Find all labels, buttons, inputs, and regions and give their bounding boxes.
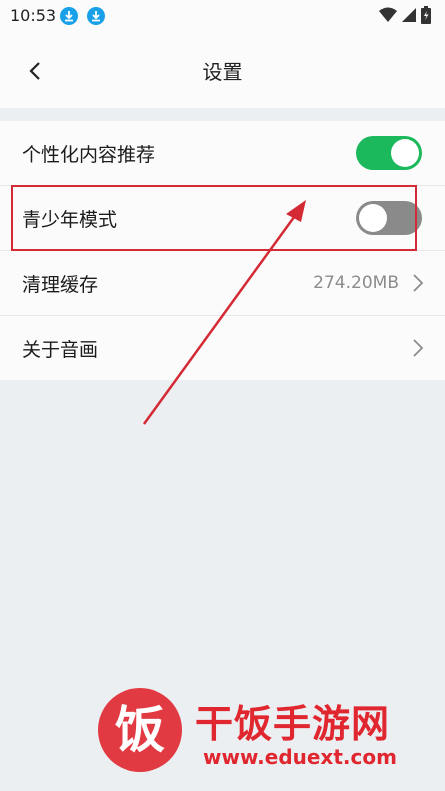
settings-list: 个性化内容推荐 青少年模式 清理缓存 274.20MB 关于音画 bbox=[0, 121, 445, 380]
personalized-recommendation-toggle[interactable] bbox=[356, 136, 422, 170]
wifi-icon bbox=[379, 7, 397, 22]
setting-label: 关于音画 bbox=[22, 338, 99, 361]
setting-personalized-recommendation: 个性化内容推荐 bbox=[0, 121, 445, 186]
teen-mode-toggle[interactable] bbox=[356, 201, 422, 235]
setting-label: 青少年模式 bbox=[22, 208, 118, 231]
battery-icon bbox=[421, 6, 431, 24]
status-time: 10:53 bbox=[10, 6, 57, 25]
signal-icon bbox=[402, 8, 416, 22]
watermark-url: www.eduext.com bbox=[203, 745, 397, 769]
setting-label: 清理缓存 bbox=[22, 273, 99, 296]
setting-label: 个性化内容推荐 bbox=[22, 143, 156, 166]
setting-clear-cache[interactable]: 清理缓存 274.20MB bbox=[0, 251, 445, 316]
status-bar: 10:53 bbox=[0, 0, 445, 32]
cache-size: 274.20MB bbox=[313, 273, 399, 293]
chevron-right-icon bbox=[413, 339, 424, 357]
setting-teen-mode: 青少年模式 bbox=[0, 186, 445, 251]
download-icon bbox=[87, 7, 105, 25]
watermark: 饭 干饭手游网 www.eduext.com bbox=[95, 685, 425, 785]
setting-about[interactable]: 关于音画 bbox=[0, 316, 445, 380]
page-title: 设置 bbox=[202, 60, 243, 84]
header: 设置 bbox=[0, 32, 445, 108]
annotation-arrow bbox=[142, 200, 306, 425]
watermark-title: 干饭手游网 bbox=[195, 702, 391, 746]
download-icon bbox=[60, 7, 78, 25]
chevron-right-icon bbox=[413, 274, 424, 292]
watermark-logo: 饭 bbox=[98, 688, 182, 772]
svg-text:饭: 饭 bbox=[115, 701, 165, 759]
